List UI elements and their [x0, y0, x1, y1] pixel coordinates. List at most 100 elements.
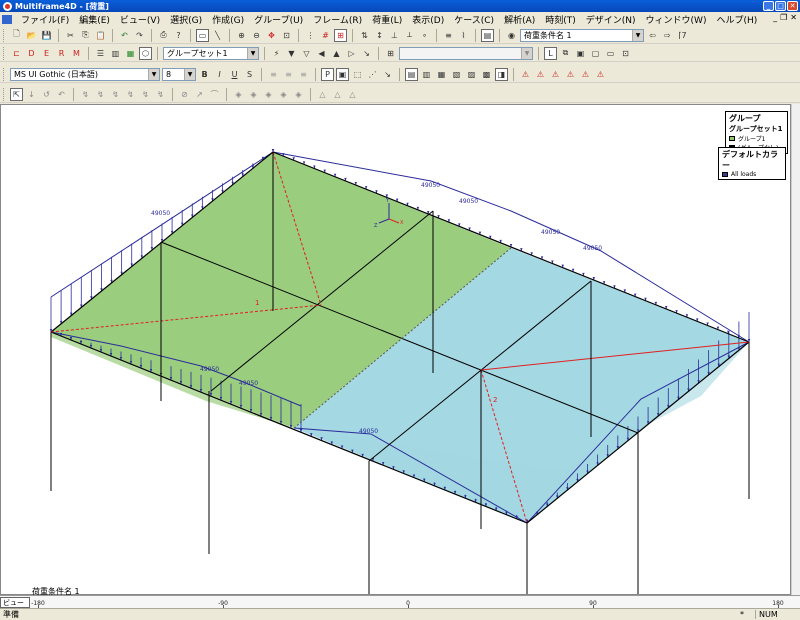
- menu-frame[interactable]: フレーム(R): [308, 13, 367, 26]
- load-case-select[interactable]: 荷重条件名 1 ▼: [520, 28, 644, 42]
- warn-3-icon[interactable]: ⚠: [549, 68, 562, 81]
- frame-fill-icon[interactable]: ▦: [124, 47, 137, 60]
- tool-m-icon[interactable]: ◈: [277, 88, 290, 101]
- menu-window[interactable]: ウィンドウ(W): [641, 13, 712, 26]
- tool-c-icon[interactable]: ↯: [109, 88, 122, 101]
- member-number-icon[interactable]: ⊥: [388, 29, 401, 42]
- undo-icon[interactable]: ↶: [118, 29, 131, 42]
- tool-b-icon[interactable]: ↯: [94, 88, 107, 101]
- load-left-icon[interactable]: ◀: [315, 47, 328, 60]
- select-tool-icon[interactable]: ⇱: [10, 87, 23, 101]
- print-icon[interactable]: ⎙: [157, 29, 170, 42]
- align-right-icon[interactable]: ≡: [297, 68, 310, 81]
- next-case-icon[interactable]: ⇨: [661, 29, 674, 42]
- plot-dash-icon[interactable]: ⬚: [351, 68, 364, 81]
- menu-time[interactable]: 時刻(T): [540, 13, 581, 26]
- model-viewport[interactable]: 49050 49050 49050 49050 49050 49050 4905…: [0, 104, 791, 595]
- view-tab[interactable]: ビュー: [0, 597, 30, 608]
- case-edit-icon[interactable]: ⌈7: [676, 29, 689, 42]
- menu-load[interactable]: 荷重(L): [367, 13, 407, 26]
- result-2-icon[interactable]: ▥: [420, 68, 433, 81]
- tool-k-icon[interactable]: ◈: [247, 88, 260, 101]
- new-file-icon[interactable]: 🗋: [10, 29, 23, 42]
- result-7-icon[interactable]: ◨: [495, 67, 508, 81]
- tool-e-icon[interactable]: ↯: [139, 88, 152, 101]
- menu-create[interactable]: 作成(G): [207, 13, 249, 26]
- display-group-icon[interactable]: ▭: [604, 47, 617, 60]
- grid-icon[interactable]: ⋮: [304, 29, 317, 42]
- close-button[interactable]: ✕: [787, 1, 798, 11]
- tool-rotate-icon[interactable]: ↺: [40, 88, 53, 101]
- load-up-icon[interactable]: ▽: [300, 47, 313, 60]
- section-icon[interactable]: ⟂: [403, 29, 416, 42]
- tool-o-icon[interactable]: △: [316, 88, 329, 101]
- menu-design[interactable]: デザイン(N): [581, 13, 641, 26]
- open-folder-icon[interactable]: 📂: [25, 29, 38, 42]
- warn-5-icon[interactable]: ⚠: [579, 68, 592, 81]
- warn-6-icon[interactable]: ⚠: [594, 68, 607, 81]
- display-legend-icon[interactable]: ⊡: [619, 47, 632, 60]
- load-table-icon[interactable]: ⊞: [384, 47, 397, 60]
- redo-icon[interactable]: ↷: [133, 29, 146, 42]
- result-1-icon[interactable]: ▤: [405, 67, 418, 81]
- group-set-select[interactable]: グループセット1 ▼: [163, 46, 259, 60]
- warn-2-icon[interactable]: ⚠: [534, 68, 547, 81]
- tool-l-icon[interactable]: ◈: [262, 88, 275, 101]
- font-name-select[interactable]: MS UI Gothic (日本語) ▼: [10, 67, 160, 81]
- frame-view-icon[interactable]: ▭: [196, 28, 209, 42]
- snap-node-icon[interactable]: ⊞: [334, 28, 347, 42]
- release-icon[interactable]: ∘: [418, 29, 431, 42]
- load-down-icon[interactable]: ▼: [285, 47, 298, 60]
- save-icon[interactable]: 💾: [40, 29, 53, 42]
- tool-n-icon[interactable]: ◈: [292, 88, 305, 101]
- result-6-icon[interactable]: ▩: [480, 68, 493, 81]
- display-values-icon[interactable]: ▣: [574, 47, 587, 60]
- menu-case[interactable]: ケース(C): [449, 13, 499, 26]
- tool-down-icon[interactable]: ↓: [25, 88, 38, 101]
- pan-icon[interactable]: ✥: [265, 29, 278, 42]
- plot-arrow-icon[interactable]: ↘: [381, 68, 394, 81]
- minimize-button[interactable]: _: [763, 1, 774, 11]
- warn-1-icon[interactable]: ⚠: [519, 68, 532, 81]
- cut-icon[interactable]: ✂: [64, 29, 77, 42]
- menu-file[interactable]: ファイル(F): [16, 13, 74, 26]
- plot-node-icon[interactable]: ⋰: [366, 68, 379, 81]
- display-frame-icon[interactable]: L: [544, 46, 557, 60]
- tool-a-icon[interactable]: ↯: [79, 88, 92, 101]
- tool-undo-icon[interactable]: ↶: [55, 88, 68, 101]
- result-4-icon[interactable]: ▧: [450, 68, 463, 81]
- spring-icon[interactable]: ⌇: [457, 29, 470, 42]
- menu-display[interactable]: 表示(D): [407, 13, 449, 26]
- table-view-icon[interactable]: ▤: [481, 28, 494, 42]
- menu-group[interactable]: グループ(U): [249, 13, 308, 26]
- tool-d-icon[interactable]: ↯: [124, 88, 137, 101]
- mdi-close-button[interactable]: ✕: [790, 13, 797, 22]
- align-center-icon[interactable]: ≡: [282, 68, 295, 81]
- frame-d-icon[interactable]: D: [25, 47, 38, 60]
- bold-button[interactable]: B: [198, 68, 211, 81]
- node-number-icon[interactable]: ↕: [373, 29, 386, 42]
- frame-m-icon[interactable]: M: [70, 47, 83, 60]
- document-icon[interactable]: [2, 14, 12, 24]
- font-size-select[interactable]: 8 ▼: [162, 67, 196, 81]
- member-axis-icon[interactable]: ⇅: [358, 29, 371, 42]
- maximize-button[interactable]: □: [775, 1, 786, 11]
- load-right-icon[interactable]: ▷: [345, 47, 358, 60]
- menu-analysis[interactable]: 解析(A): [499, 13, 540, 26]
- tool-j-icon[interactable]: ◈: [232, 88, 245, 101]
- tool-q-icon[interactable]: △: [346, 88, 359, 101]
- mdi-minimize-button[interactable]: _: [773, 13, 777, 22]
- strike-button[interactable]: S: [243, 68, 256, 81]
- toolbar-grip[interactable]: [3, 28, 6, 42]
- menu-view[interactable]: ビュー(V): [115, 13, 165, 26]
- frame-type-icon[interactable]: ⊏: [10, 47, 23, 60]
- frame-bars-icon[interactable]: ▥: [109, 47, 122, 60]
- mdi-restore-button[interactable]: ❐: [780, 13, 787, 22]
- snap-grid-icon[interactable]: #: [319, 29, 332, 42]
- zoom-in-icon[interactable]: ⊕: [235, 29, 248, 42]
- menu-select[interactable]: 選択(G): [165, 13, 207, 26]
- copy-icon[interactable]: ⎘: [79, 29, 92, 42]
- plot-box-icon[interactable]: ▣: [336, 67, 349, 81]
- load-moment-icon[interactable]: ↘: [360, 47, 373, 60]
- frame-model-canvas[interactable]: 49050 49050 49050 49050 49050 49050 4905…: [1, 105, 791, 595]
